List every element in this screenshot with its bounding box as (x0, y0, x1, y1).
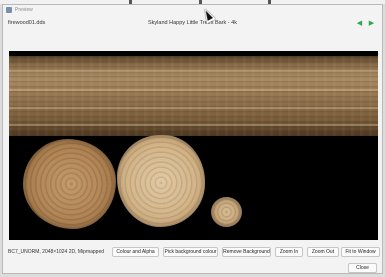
preview-toolbar: BC7_UNORM, 2048×1024 2D, Mipmapped Colou… (3, 245, 382, 259)
app-icon (6, 7, 12, 13)
texture-viewport[interactable] (9, 51, 378, 240)
title-bar[interactable]: Preview (3, 5, 382, 15)
fit-to-window-button[interactable]: Fit to Window (341, 247, 380, 257)
colour-and-alpha-button[interactable]: Colour and Alpha (112, 247, 159, 257)
grain-band (9, 70, 378, 72)
mouse-pointer-fill (203, 9, 213, 21)
remove-background-button[interactable]: Remove Background (222, 247, 271, 257)
arrow-right-icon[interactable]: ▶ (367, 19, 376, 27)
grain-band (9, 107, 378, 109)
format-info: BC7_UNORM, 2048×1024 2D, Mipmapped (8, 249, 105, 255)
grain-band (9, 89, 378, 91)
window-title: Preview (15, 7, 33, 13)
bark-plank-texture (9, 56, 378, 136)
texture-title: Skyland Happy Little Trees Bark - 4k (148, 20, 237, 26)
close-button[interactable]: Close (348, 263, 377, 273)
header-row: firewood01.dds Skyland Happy Little Tree… (3, 17, 382, 29)
grain-band (9, 124, 378, 126)
pick-background-colour-button[interactable]: Pick background colour (163, 247, 218, 257)
zoom-out-button[interactable]: Zoom Out (307, 247, 339, 257)
zoom-in-button[interactable]: Zoom In (275, 247, 303, 257)
log-end-large-texture (23, 139, 116, 229)
log-end-medium-texture (117, 135, 205, 227)
preview-window: Preview firewood01.dds Skyland Happy Lit… (2, 4, 383, 274)
log-end-small-texture (211, 197, 242, 227)
arrow-left-icon[interactable]: ◀ (355, 19, 364, 27)
